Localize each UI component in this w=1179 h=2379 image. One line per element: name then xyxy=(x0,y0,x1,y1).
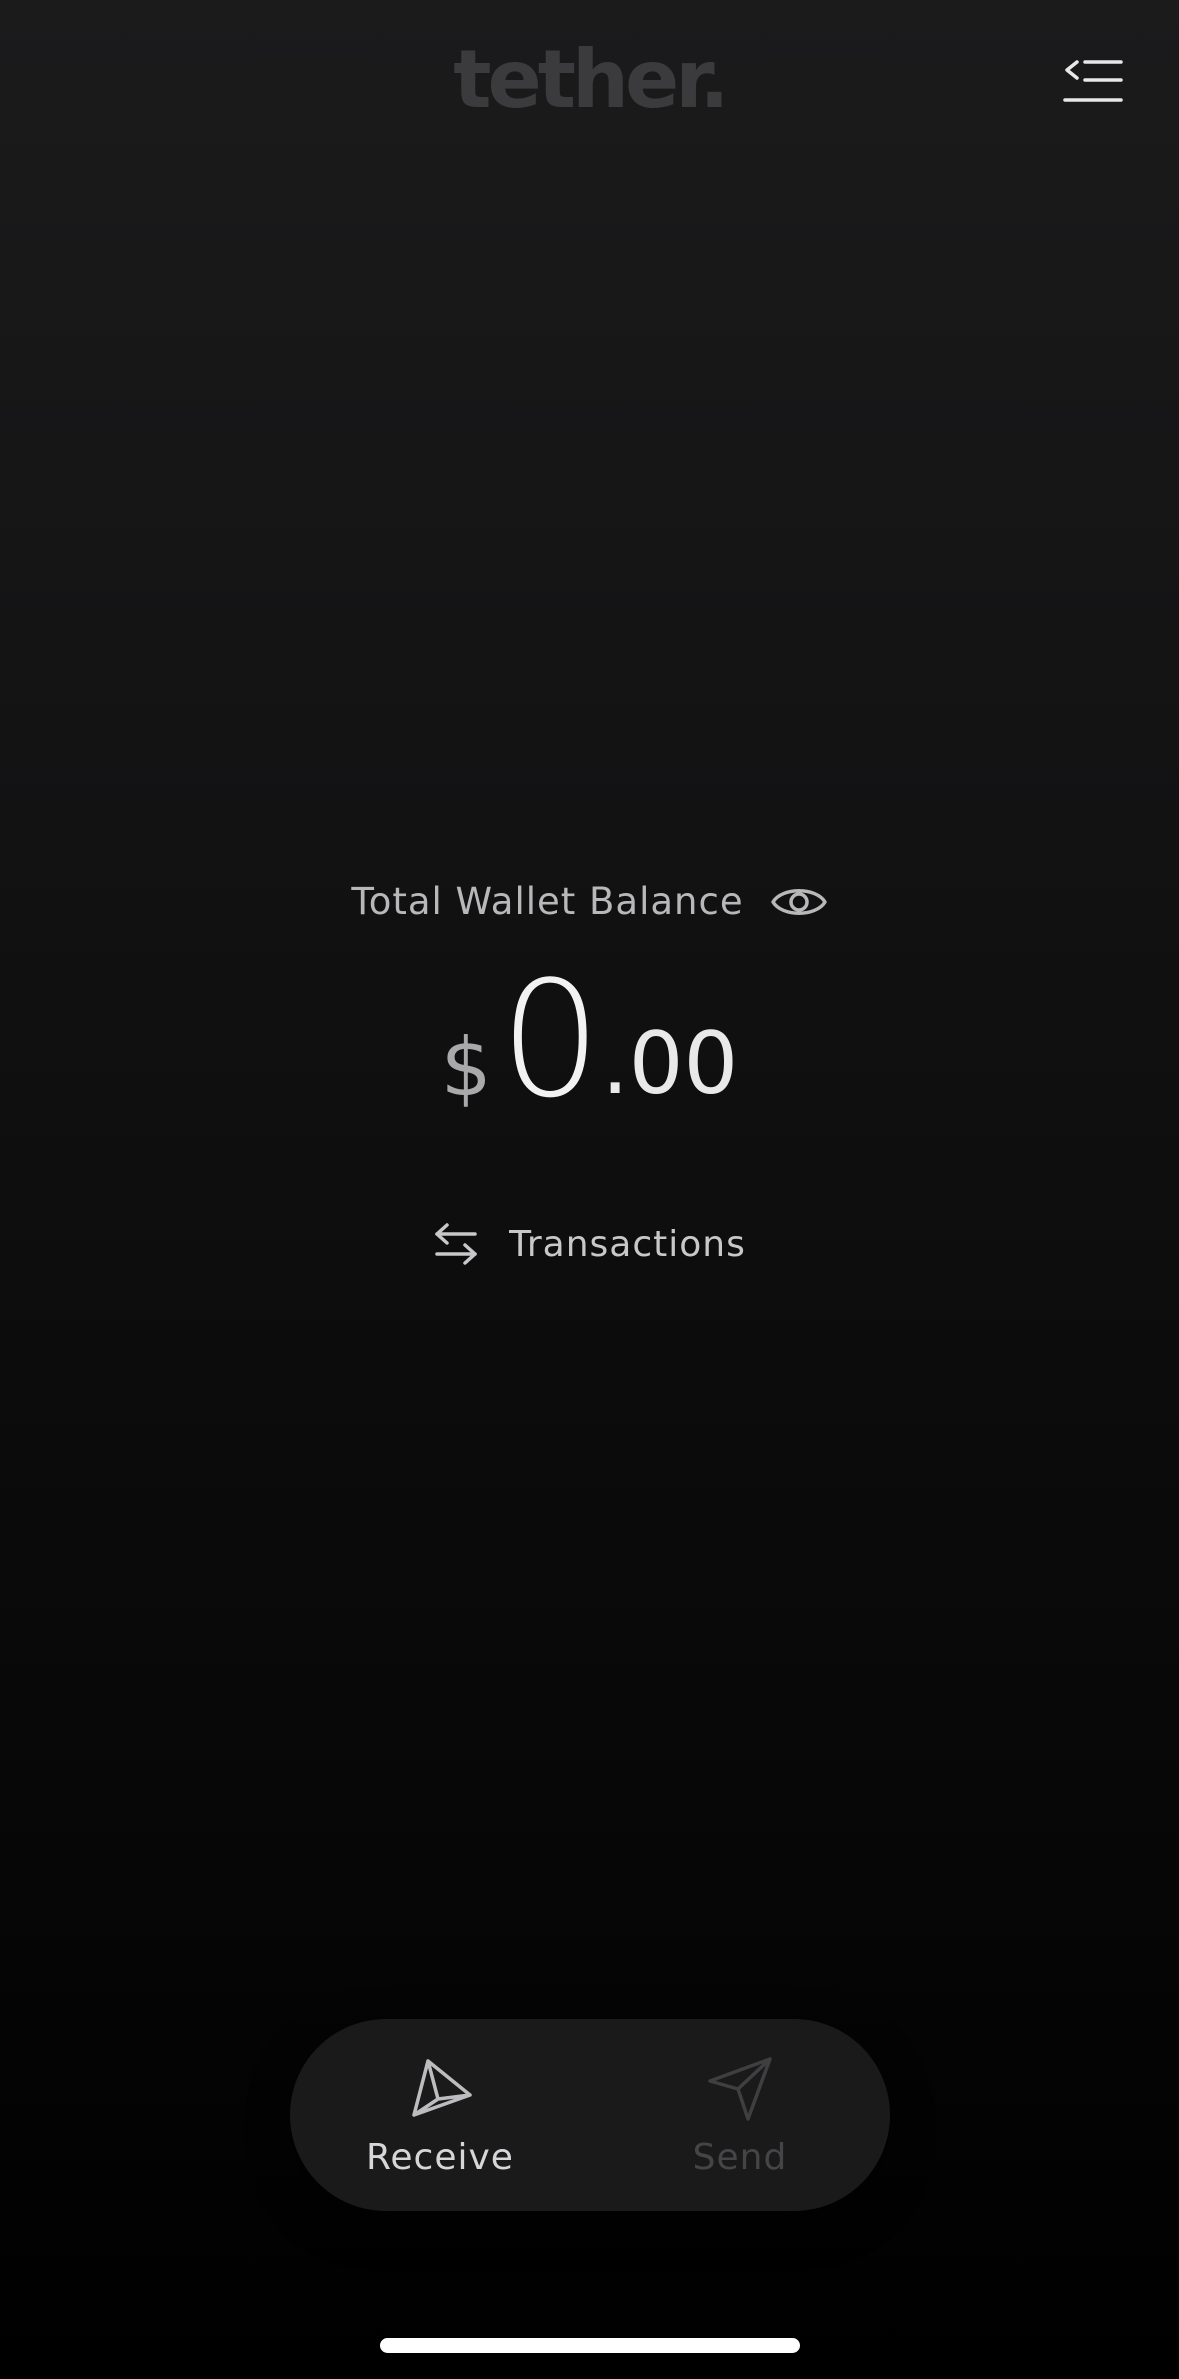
receive-button[interactable]: Receive xyxy=(290,2019,590,2211)
send-button[interactable]: Send xyxy=(590,2019,890,2211)
balance-fraction: .00 xyxy=(601,1014,739,1114)
balance-integer: 0 xyxy=(499,946,602,1133)
menu-button[interactable] xyxy=(1061,56,1125,108)
home-indicator[interactable] xyxy=(380,2338,800,2353)
eye-icon xyxy=(770,888,827,915)
send-label: Send xyxy=(692,2136,788,2178)
receive-arrow-icon xyxy=(412,2058,472,2117)
balance-label-row: Total Wallet Balance xyxy=(0,880,1179,923)
send-paper-plane-icon xyxy=(708,2056,772,2121)
action-bar: Receive Send xyxy=(290,2019,890,2211)
transactions-label: Transactions xyxy=(509,1223,746,1265)
receive-label: Receive xyxy=(366,2136,514,2178)
toggle-balance-visibility-button[interactable] xyxy=(770,881,828,923)
tether-logo: tether. xyxy=(453,33,729,126)
balance-label: Total Wallet Balance xyxy=(351,880,744,923)
transactions-button[interactable]: Transactions xyxy=(0,1222,1179,1266)
balance-amount: $ 0 .00 xyxy=(0,960,1179,1120)
swap-arrows-icon xyxy=(435,1223,477,1265)
menu-collapse-icon xyxy=(1063,60,1123,102)
currency-symbol: $ xyxy=(440,1021,492,1114)
